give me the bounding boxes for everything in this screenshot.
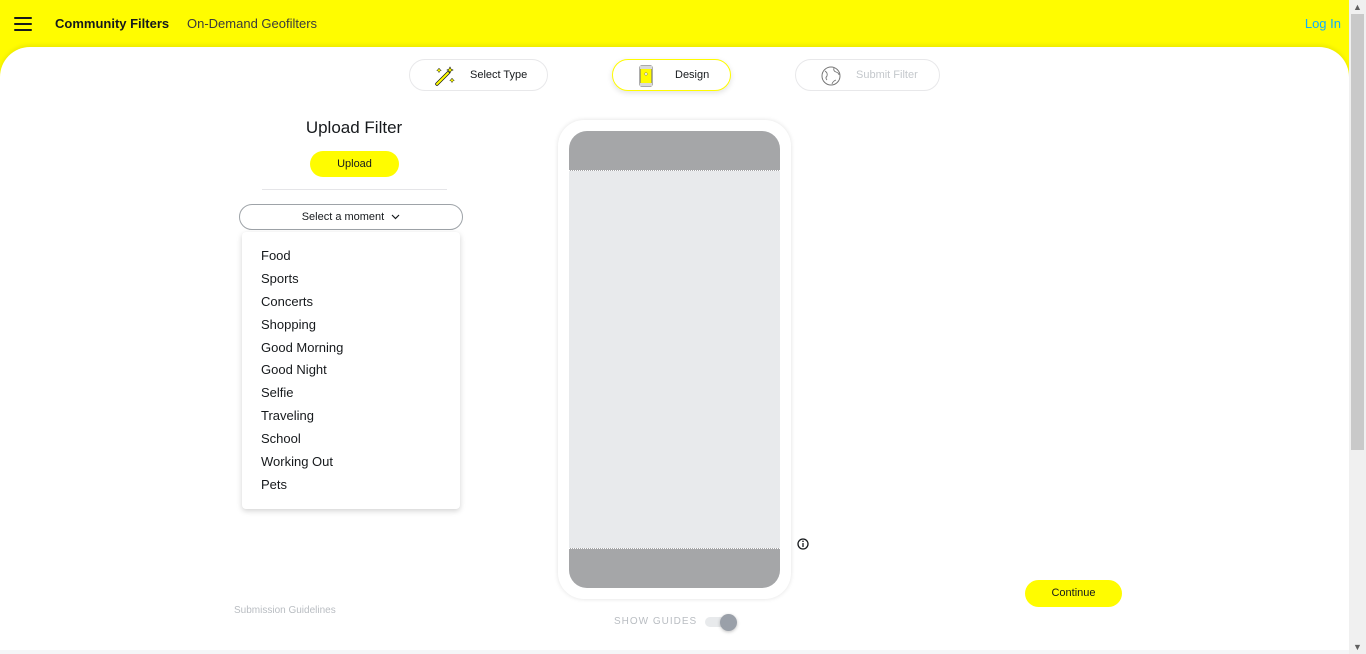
step-label: Submit Filter [856,69,918,81]
show-guides-toggle[interactable] [705,614,737,631]
step-label: Design [675,69,710,81]
nav-on-demand-geofilters[interactable]: On-Demand Geofilters [187,16,317,31]
upload-filter-title: Upload Filter [305,118,403,137]
footer-strip [0,650,1349,654]
moment-option-traveling[interactable]: Traveling [242,405,460,428]
moment-option-shopping[interactable]: Shopping [242,314,460,337]
step-label: Select Type [470,69,528,81]
toggle-knob [720,614,737,631]
upload-button[interactable]: Upload [310,151,399,177]
moment-options-list: Food Sports Concerts Shopping Good Morni… [242,232,460,509]
magic-wand-icon [434,65,456,87]
show-guides-label: SHOW GUIDES [614,616,698,627]
moment-option-food[interactable]: Food [242,245,460,268]
moment-option-good-morning[interactable]: Good Morning [242,337,460,360]
moment-option-good-night[interactable]: Good Night [242,359,460,382]
phone-icon [639,65,661,87]
info-icon[interactable] [797,537,809,550]
chevron-down-icon [391,205,400,229]
scroll-up-arrow-icon[interactable]: ▲ [1349,0,1366,14]
hamburger-menu-icon[interactable] [14,17,32,31]
step-design[interactable]: Design [612,59,731,91]
moment-option-school[interactable]: School [242,428,460,451]
step-select-type[interactable]: Select Type [409,59,548,91]
vertical-scrollbar[interactable]: ▲ ▼ [1349,0,1366,654]
scrollbar-thumb[interactable] [1351,14,1364,450]
moment-option-concerts[interactable]: Concerts [242,291,460,314]
submission-guidelines-link[interactable]: Submission Guidelines [234,605,336,616]
moment-option-pets[interactable]: Pets [242,474,460,497]
scroll-down-arrow-icon[interactable]: ▼ [1349,640,1366,654]
nav-community-filters[interactable]: Community Filters [55,16,169,31]
moment-option-working-out[interactable]: Working Out [242,451,460,474]
step-submit-filter[interactable]: Submit Filter [795,59,940,91]
moment-select-dropdown[interactable]: Select a moment [239,204,463,230]
continue-button[interactable]: Continue [1025,580,1122,607]
moment-option-selfie[interactable]: Selfie [242,382,460,405]
moment-option-sports[interactable]: Sports [242,268,460,291]
filter-preview-canvas[interactable] [569,131,780,588]
globe-icon [820,65,842,87]
login-link[interactable]: Log In [1305,16,1341,31]
moment-select-label: Select a moment [301,211,385,223]
top-navigation-bar: Community Filters On-Demand Geofilters L… [0,0,1349,48]
phone-preview-frame [558,120,791,599]
main-content: Select Type Design Submit Filter Upload … [0,47,1349,654]
top-guide-area [569,131,780,171]
divider [262,189,447,190]
bottom-guide-area [569,548,780,588]
